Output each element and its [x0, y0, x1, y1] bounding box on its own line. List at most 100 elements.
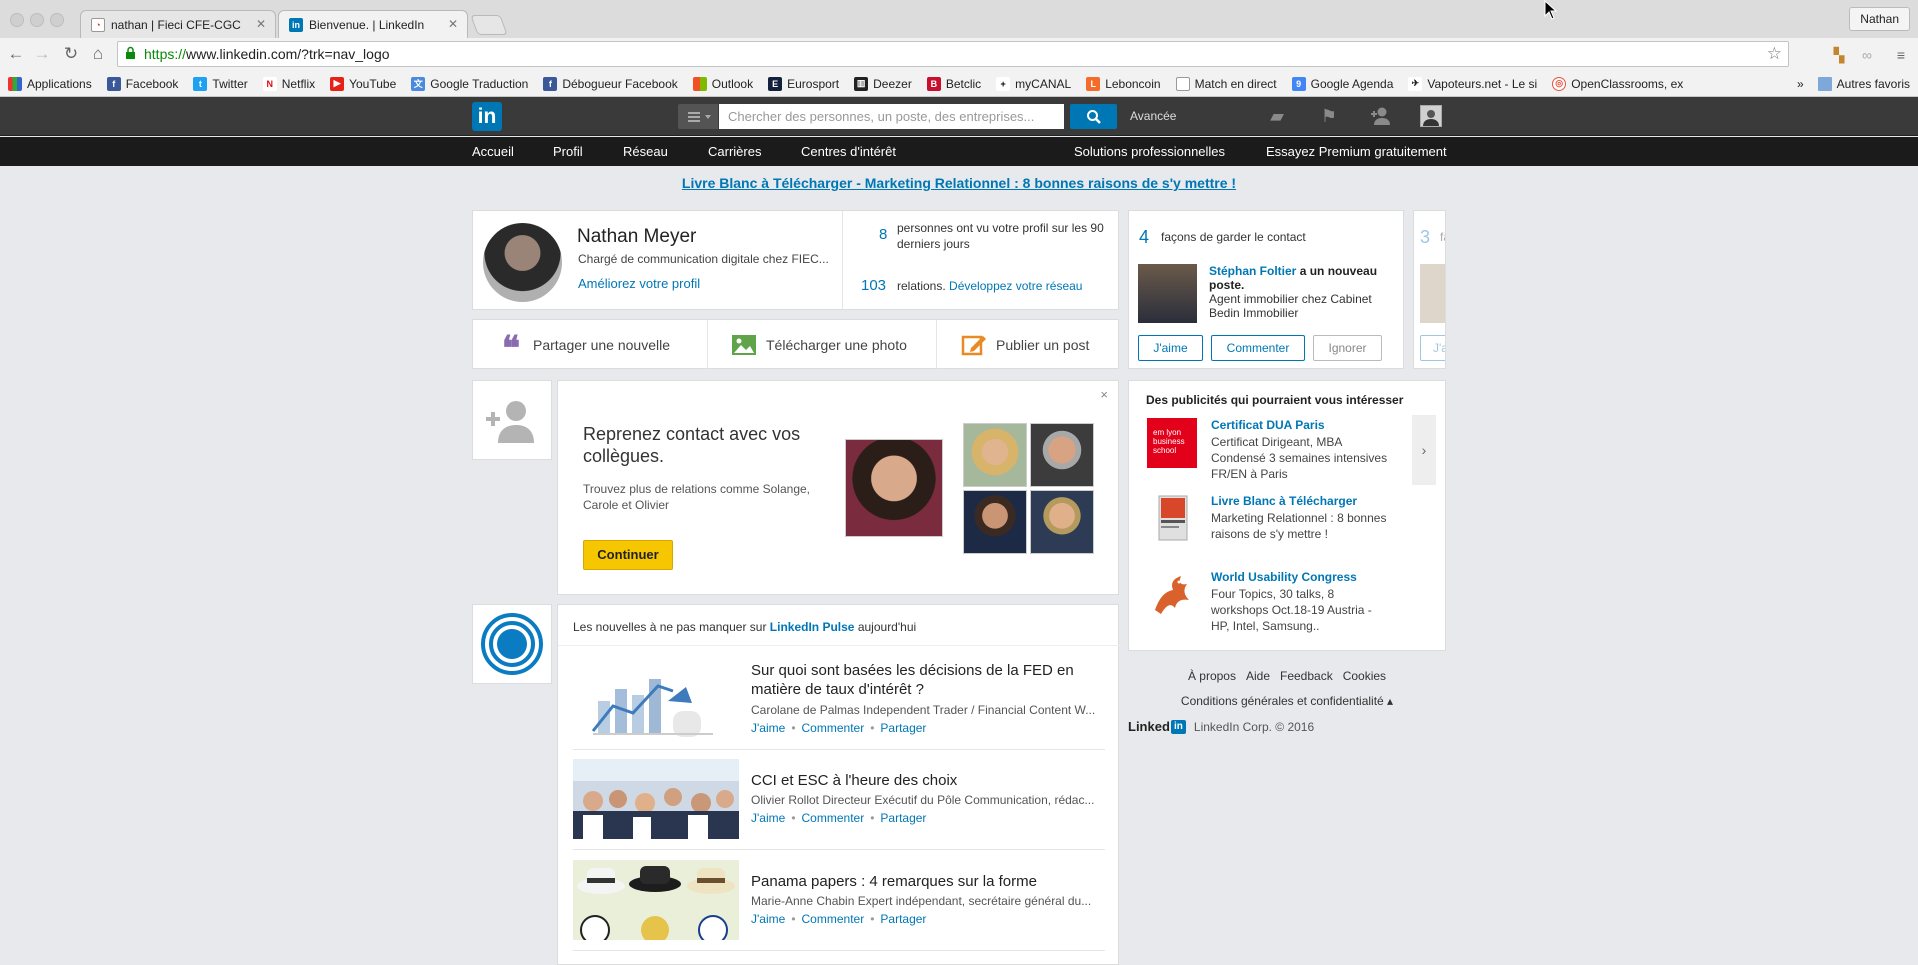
nav-premium[interactable]: Essayez Premium gratuitement: [1266, 144, 1447, 159]
close-tab-icon[interactable]: ✕: [256, 17, 266, 31]
new-tab-button[interactable]: [470, 15, 508, 35]
tab-linkedin[interactable]: in Bienvenue. | LinkedIn ✕: [278, 10, 468, 38]
upload-photo-button[interactable]: Télécharger une photo: [731, 320, 907, 370]
profile-name[interactable]: Nathan Meyer: [577, 226, 696, 248]
footer-link-aide[interactable]: Aide: [1246, 669, 1270, 683]
search-category-dropdown[interactable]: [678, 104, 718, 129]
extension-link-icon[interactable]: ∞: [1858, 46, 1876, 64]
account-avatar[interactable]: [1420, 105, 1442, 127]
bookmark-vapoteurs[interactable]: ✈ Vapoteurs.net - Le si: [1408, 76, 1537, 91]
bookmark-twitter[interactable]: t Twitter: [193, 76, 248, 91]
article-item[interactable]: Sur quoi sont basées les décisions de la…: [573, 661, 1105, 741]
close-icon[interactable]: ×: [1100, 387, 1108, 402]
profile-views-count[interactable]: 8: [879, 226, 887, 243]
like-link[interactable]: J'aime: [751, 811, 785, 825]
bookmark-applications[interactable]: Applications: [8, 76, 92, 91]
nav-carrieres[interactable]: Carrières: [708, 144, 761, 159]
ignore-button[interactable]: Ignorer: [1313, 335, 1382, 361]
bookmark-facebook[interactable]: f Facebook: [106, 76, 178, 91]
comment-link[interactable]: Commenter: [802, 912, 865, 926]
ad-item[interactable]: em lyon business school Certificat DUA P…: [1147, 418, 1427, 481]
footer-link-cookies[interactable]: Cookies: [1343, 669, 1386, 683]
comment-link[interactable]: Commenter: [802, 721, 865, 735]
bookmark-netflix[interactable]: N Netflix: [262, 76, 315, 91]
search-button[interactable]: [1070, 104, 1117, 129]
bookmark-youtube[interactable]: ▶ YouTube: [330, 76, 396, 91]
like-link[interactable]: J'aime: [751, 912, 785, 926]
minimize-window-button[interactable]: [30, 13, 44, 27]
nav-profil[interactable]: Profil: [553, 144, 583, 159]
ad-item[interactable]: World Usability Congress Four Topics, 30…: [1147, 570, 1427, 640]
footer-link-a-propos[interactable]: À propos: [1188, 669, 1236, 683]
zoom-window-button[interactable]: [50, 13, 64, 27]
article-thumbnail[interactable]: [573, 661, 739, 741]
like-button[interactable]: J'aime: [1138, 335, 1203, 361]
article-title[interactable]: CCI et ESC à l'heure des choix: [751, 771, 1105, 790]
share-link[interactable]: Partager: [880, 912, 926, 926]
grow-network-link[interactable]: Développez votre réseau: [949, 279, 1082, 293]
share-update-button[interactable]: ❝ Partager une nouvelle: [498, 320, 670, 370]
improve-profile-link[interactable]: Améliorez votre profil: [578, 276, 700, 291]
extension-icon[interactable]: ▚: [1830, 46, 1848, 64]
forward-arrow-icon[interactable]: →: [32, 44, 52, 64]
other-bookmarks-folder[interactable]: Autres favoris: [1817, 76, 1910, 91]
like-link[interactable]: J'aime: [751, 721, 785, 735]
article-title[interactable]: Panama papers : 4 remarques sur la forme: [751, 872, 1105, 891]
bookmark-openclassrooms[interactable]: ◎ OpenClassrooms, ex: [1552, 76, 1683, 91]
contact-name-link[interactable]: Stéphan Foltier: [1209, 264, 1296, 278]
comment-button[interactable]: Commenter: [1211, 335, 1305, 361]
comment-link[interactable]: Commenter: [802, 811, 865, 825]
footer-terms-link[interactable]: Conditions générales et confidentialité …: [1128, 689, 1446, 714]
share-link[interactable]: Partager: [880, 721, 926, 735]
menu-icon[interactable]: ≡: [1892, 46, 1910, 64]
bookmark-outlook[interactable]: Outlook: [692, 76, 753, 91]
reload-icon[interactable]: ↻: [61, 44, 81, 64]
bookmark-betclic[interactable]: B Betclic: [926, 76, 981, 91]
bookmark-mycanal[interactable]: + myCANAL: [996, 76, 1071, 91]
notifications-flag-icon[interactable]: ⚑: [1318, 106, 1340, 126]
share-link[interactable]: Partager: [880, 811, 926, 825]
advanced-search-link[interactable]: Avancée: [1130, 109, 1176, 123]
close-tab-icon[interactable]: ✕: [448, 17, 458, 31]
tab-fieci[interactable]: ◔ nathan | Fieci CFE-CGC ✕: [80, 10, 276, 38]
nav-centres-interet[interactable]: Centres d'intérêt: [801, 144, 896, 159]
ad-title[interactable]: Livre Blanc à Télécharger: [1211, 494, 1357, 508]
bookmark-leboncoin[interactable]: L Leboncoin: [1086, 76, 1161, 91]
profile-photo[interactable]: [483, 223, 562, 302]
article-thumbnail[interactable]: [573, 860, 739, 940]
close-window-button[interactable]: [10, 13, 24, 27]
search-input[interactable]: Chercher des personnes, un poste, des en…: [719, 104, 1064, 129]
bookmark-google-traduction[interactable]: 文 Google Traduction: [411, 76, 528, 91]
address-bar[interactable]: https://www.linkedin.com/?trk=nav_logo ☆: [117, 41, 1789, 67]
bookmark-debogueur-facebook[interactable]: f Débogueur Facebook: [543, 76, 678, 91]
bookmark-google-agenda[interactable]: 9 Google Agenda: [1291, 76, 1393, 91]
footer-link-feedback[interactable]: Feedback: [1280, 669, 1333, 683]
publish-post-button[interactable]: Publier un post: [961, 320, 1089, 370]
connections-count[interactable]: 103: [861, 277, 886, 294]
pulse-logo-tile[interactable]: [472, 604, 552, 684]
promo-banner-link[interactable]: Livre Blanc à Télécharger - Marketing Re…: [682, 175, 1236, 191]
linkedin-logo-icon[interactable]: in: [472, 102, 502, 131]
add-connections-icon[interactable]: [1370, 106, 1392, 126]
nav-accueil[interactable]: Accueil: [472, 144, 514, 159]
nav-solutions-professionnelles[interactable]: Solutions professionnelles: [1074, 144, 1225, 159]
bookmark-match-en-direct[interactable]: Match en direct: [1175, 76, 1277, 91]
bookmark-deezer[interactable]: ▥ Deezer: [854, 76, 912, 91]
article-item[interactable]: CCI et ESC à l'heure des choix Olivier R…: [573, 759, 1105, 839]
messages-icon[interactable]: ▰: [1266, 106, 1288, 126]
add-contacts-tile[interactable]: [472, 380, 552, 460]
bookmark-eurosport[interactable]: E Eurosport: [768, 76, 839, 91]
contact-photo[interactable]: [1138, 264, 1197, 323]
article-thumbnail[interactable]: [573, 759, 739, 839]
browser-profile-button[interactable]: Nathan: [1849, 7, 1910, 31]
more-bookmarks-chevron-icon[interactable]: »: [1797, 77, 1804, 91]
bookmark-star-icon[interactable]: ☆: [1767, 42, 1782, 66]
continue-button[interactable]: Continuer: [583, 540, 673, 570]
nav-reseau[interactable]: Réseau: [623, 144, 668, 159]
ad-item[interactable]: Livre Blanc à Télécharger Marketing Rela…: [1147, 494, 1427, 554]
ad-title[interactable]: World Usability Congress: [1211, 570, 1357, 584]
ad-title[interactable]: Certificat DUA Paris: [1211, 418, 1325, 432]
home-icon[interactable]: ⌂: [88, 44, 108, 64]
linkedin-pulse-link[interactable]: LinkedIn Pulse: [770, 620, 855, 634]
back-arrow-icon[interactable]: ←: [6, 44, 26, 64]
